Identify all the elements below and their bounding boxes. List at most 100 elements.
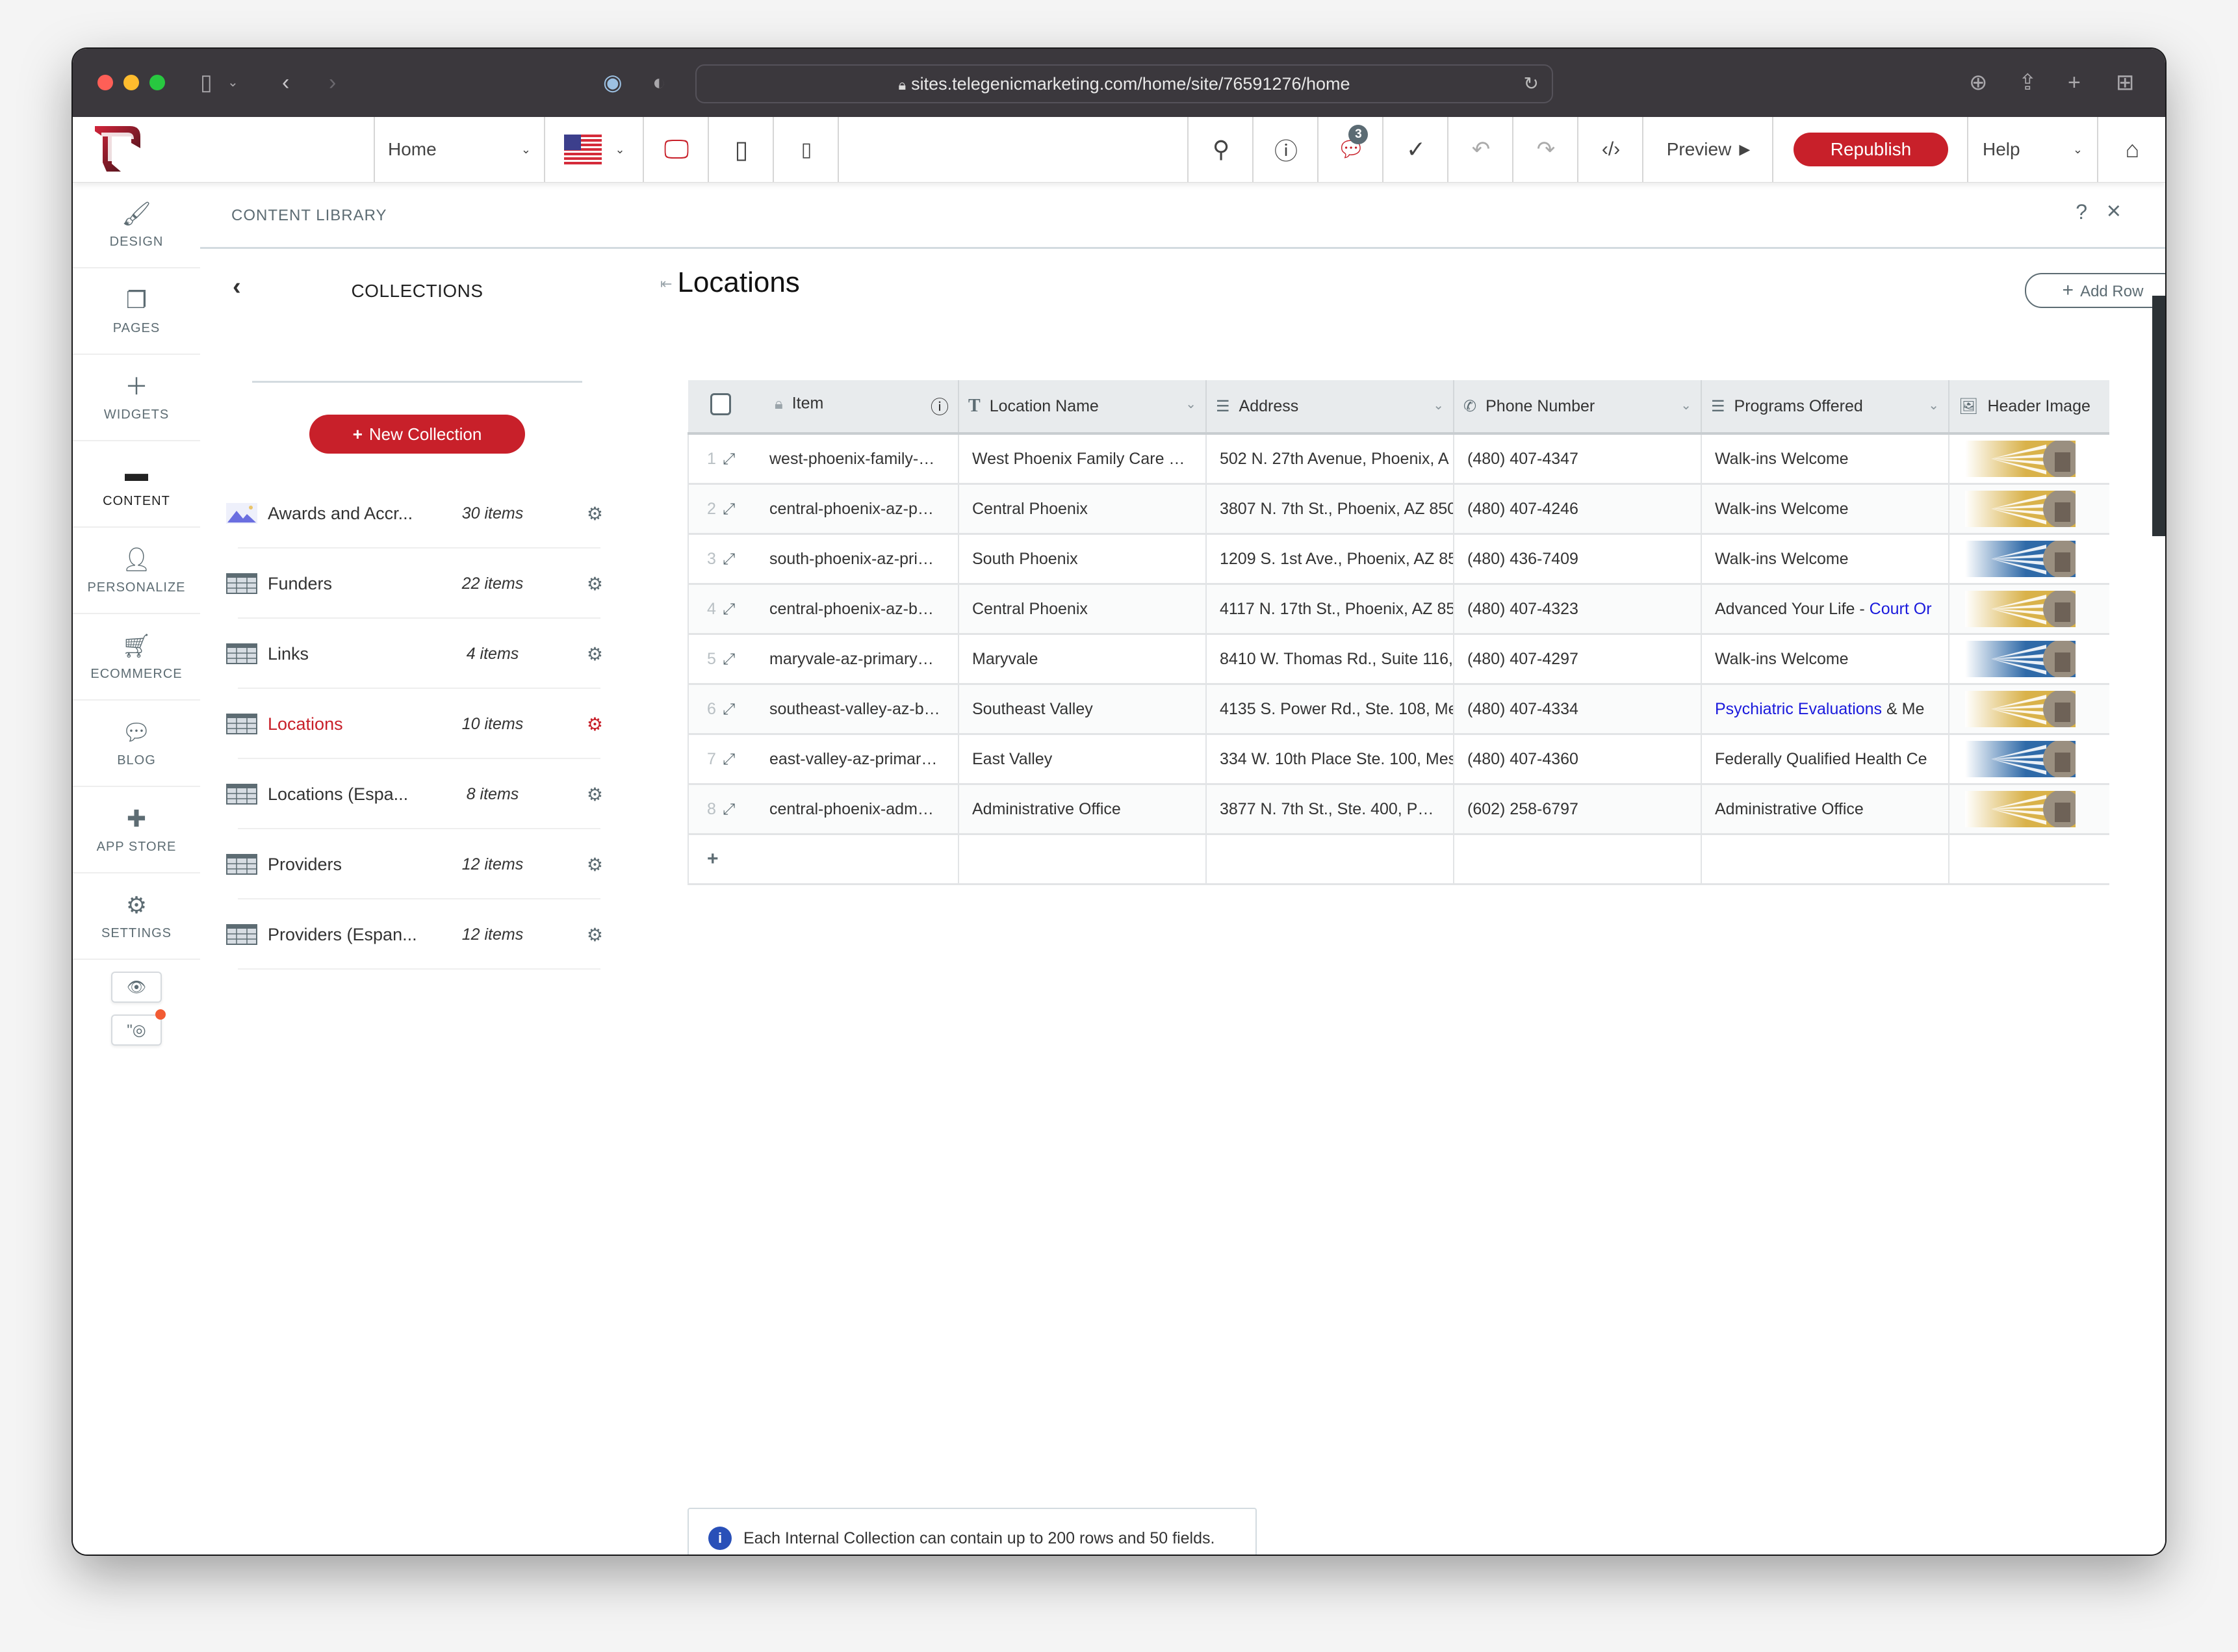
location-name-cell[interactable]: Central Phoenix bbox=[958, 584, 1206, 635]
table-row[interactable]: 8 ⤢ central-phoenix-adm… Administrative Off… bbox=[688, 784, 2109, 835]
programs-cell[interactable]: Walk-ins Welcome bbox=[1701, 534, 1949, 585]
column-header-item[interactable]: 🔒︎ Item ⓘ bbox=[688, 380, 958, 435]
nav-personalize[interactable]: 👤︎ PERSONALIZE bbox=[73, 528, 200, 614]
tab-overview-icon[interactable]: ⊞ bbox=[2116, 68, 2135, 97]
desktop-view-button[interactable]: 🖵︎ bbox=[643, 117, 709, 182]
header-image-cell[interactable] bbox=[1948, 784, 2109, 835]
expand-row-icon[interactable]: ⤢ bbox=[723, 701, 769, 719]
shield-icon[interactable]: ◐ bbox=[652, 68, 666, 97]
address-cell[interactable]: 502 N. 27th Avenue, Phoenix, A bbox=[1205, 433, 1454, 485]
expand-row-icon[interactable]: ⤢ bbox=[723, 600, 769, 619]
collection-item[interactable]: Providers 12 items ⚙ bbox=[200, 829, 634, 899]
add-row-cell[interactable]: + bbox=[688, 834, 958, 885]
programs-link[interactable]: Court Or bbox=[1870, 600, 1932, 618]
collection-item[interactable]: Funders 22 items ⚙ bbox=[200, 549, 634, 619]
address-cell[interactable]: 3877 N. 7th St., Ste. 400, P… bbox=[1205, 784, 1454, 835]
table-row[interactable]: 6 ⤢ southeast-valley-az-b… Southeast Valley… bbox=[688, 684, 2109, 735]
mobile-view-button[interactable]: ▯ bbox=[773, 117, 839, 182]
table-row[interactable]: 2 ⤢ central-phoenix-az-p… Central Phoenix 38… bbox=[688, 484, 2109, 535]
address-cell[interactable]: 1209 S. 1st Ave., Phoenix, AZ 85 bbox=[1205, 534, 1454, 585]
expand-row-icon[interactable]: ⤢ bbox=[723, 651, 769, 669]
preview-button[interactable]: Preview ▶ bbox=[1642, 117, 1773, 182]
undo-button[interactable]: ↶ bbox=[1447, 117, 1513, 182]
expand-row-icon[interactable]: ⤢ bbox=[723, 500, 769, 519]
info-button[interactable]: ⓘ bbox=[1252, 117, 1318, 182]
minimize-window-button[interactable] bbox=[123, 75, 139, 90]
url-bar[interactable]: 🔒︎ sites.telegenicmarketing.com/home/site… bbox=[695, 64, 1553, 103]
programs-cell[interactable]: Administrative Office bbox=[1701, 784, 1949, 835]
header-image-cell[interactable] bbox=[1948, 684, 2109, 735]
nav-design[interactable]: 🖌︎ DESIGN bbox=[73, 182, 200, 268]
back-icon[interactable]: ‹ bbox=[282, 68, 289, 97]
collection-item[interactable]: Locations (Espa... 8 items ⚙ bbox=[200, 759, 634, 829]
nav-settings[interactable]: ⚙ SETTINGS bbox=[73, 873, 200, 960]
phone-cell[interactable]: (480) 407-4323 bbox=[1453, 584, 1701, 635]
header-image-cell[interactable] bbox=[1948, 534, 2109, 585]
collapse-panel-icon[interactable]: ⇤ bbox=[660, 276, 672, 292]
nav-app-store[interactable]: ✚ APP STORE bbox=[73, 787, 200, 873]
feedback-button[interactable]: "◎ bbox=[111, 1009, 166, 1046]
chevron-down-icon[interactable]: ⌄ bbox=[227, 68, 238, 97]
item-cell[interactable]: 4 ⤢ central-phoenix-az-b… bbox=[688, 584, 958, 635]
add-row-plus-icon[interactable]: + bbox=[707, 848, 719, 870]
help-menu[interactable]: Help ⌄ bbox=[1967, 117, 2097, 182]
hide-preview-button[interactable]: 👁︎ bbox=[111, 972, 162, 1003]
close-window-button[interactable] bbox=[97, 75, 113, 90]
programs-link[interactable]: Psychiatric Evaluations bbox=[1715, 700, 1882, 718]
address-cell[interactable]: 3807 N. 7th St., Phoenix, AZ 850 bbox=[1205, 484, 1454, 535]
address-cell[interactable]: 4117 N. 17th St., Phoenix, AZ 85 bbox=[1205, 584, 1454, 635]
expand-row-icon[interactable]: ⤢ bbox=[723, 751, 769, 769]
table-row[interactable]: 7 ⤢ east-valley-az-primar… East Valley 334 W… bbox=[688, 734, 2109, 785]
table-row[interactable]: 5 ⤢ maryvale-az-primary… Maryvale 8410 W. Th… bbox=[688, 634, 2109, 685]
nav-content[interactable]: ▬ CONTENT bbox=[73, 441, 200, 528]
nav-widgets[interactable]: ＋ WIDGETS bbox=[73, 355, 200, 441]
item-cell[interactable]: 8 ⤢ central-phoenix-adm… bbox=[688, 784, 958, 835]
expand-row-icon[interactable]: ⤢ bbox=[723, 550, 769, 569]
item-cell[interactable]: 5 ⤢ maryvale-az-primary… bbox=[688, 634, 958, 685]
new-tab-icon[interactable]: + bbox=[2068, 68, 2081, 97]
nav-pages[interactable]: ❐ PAGES bbox=[73, 268, 200, 355]
brand-logo[interactable] bbox=[92, 125, 144, 175]
collection-item[interactable]: Awards and Accr... 30 items ⚙ bbox=[200, 478, 634, 549]
header-image-cell[interactable] bbox=[1948, 634, 2109, 685]
phone-cell[interactable]: (480) 407-4360 bbox=[1453, 734, 1701, 785]
tablet-view-button[interactable]: ▯ bbox=[708, 117, 774, 182]
republish-button[interactable]: Republish bbox=[1794, 133, 1948, 166]
table-row[interactable]: 1 ⤢ west-phoenix-family-… West Phoenix Fami… bbox=[688, 433, 2109, 485]
language-select[interactable]: ⌄ bbox=[544, 117, 644, 182]
item-cell[interactable]: 1 ⤢ west-phoenix-family-… bbox=[688, 433, 958, 485]
location-name-cell[interactable]: East Valley bbox=[958, 734, 1206, 785]
collection-item[interactable]: Providers (Espan... 12 items ⚙ bbox=[200, 899, 634, 970]
item-cell[interactable]: 7 ⤢ east-valley-az-primar… bbox=[688, 734, 958, 785]
maximize-window-button[interactable] bbox=[149, 75, 165, 90]
phone-cell[interactable]: (602) 258-6797 bbox=[1453, 784, 1701, 835]
phone-cell[interactable]: (480) 407-4347 bbox=[1453, 433, 1701, 485]
chevron-down-icon[interactable]: ⌄ bbox=[1680, 397, 1691, 413]
address-cell[interactable]: 4135 S. Power Rd., Ste. 108, Me bbox=[1205, 684, 1454, 735]
column-header-image[interactable]: 🖼︎ Header Image bbox=[1948, 380, 2109, 435]
programs-cell[interactable]: Walk-ins Welcome bbox=[1701, 484, 1949, 535]
column-header-address[interactable]: ☰ Address ⌄ bbox=[1205, 380, 1454, 435]
expand-row-icon[interactable]: ⤢ bbox=[723, 801, 769, 819]
sidebar-icon[interactable]: ▯ bbox=[200, 68, 212, 97]
phone-cell[interactable]: (480) 436-7409 bbox=[1453, 534, 1701, 585]
forward-icon[interactable]: › bbox=[329, 68, 336, 97]
code-button[interactable]: ‹/› bbox=[1577, 117, 1643, 182]
header-image-cell[interactable] bbox=[1948, 734, 2109, 785]
question-circle-icon[interactable]: ⓘ bbox=[931, 393, 949, 419]
header-image-cell[interactable] bbox=[1948, 433, 2109, 485]
item-cell[interactable]: 3 ⤢ south-phoenix-az-pri… bbox=[688, 534, 958, 585]
programs-cell[interactable]: Federally Qualified Health Ce bbox=[1701, 734, 1949, 785]
table-row[interactable]: 4 ⤢ central-phoenix-az-b… Central Phoenix 41… bbox=[688, 584, 2109, 635]
reload-icon[interactable]: ↻ bbox=[1524, 66, 1539, 102]
column-header-location-name[interactable]: T Location Name ⌄ bbox=[958, 380, 1206, 435]
gear-icon[interactable]: ⚙ bbox=[587, 503, 603, 524]
table-row[interactable]: 3 ⤢ south-phoenix-az-pri… South Phoenix 1209… bbox=[688, 534, 2109, 585]
select-all-checkbox[interactable] bbox=[710, 393, 731, 415]
location-name-cell[interactable]: Administrative Office bbox=[958, 784, 1206, 835]
location-name-cell[interactable]: Central Phoenix bbox=[958, 484, 1206, 535]
programs-cell[interactable]: Walk-ins Welcome bbox=[1701, 634, 1949, 685]
programs-cell[interactable]: Psychiatric Evaluations & Me bbox=[1701, 684, 1949, 735]
close-icon[interactable]: × bbox=[2107, 198, 2121, 226]
redo-button[interactable]: ↷ bbox=[1512, 117, 1578, 182]
